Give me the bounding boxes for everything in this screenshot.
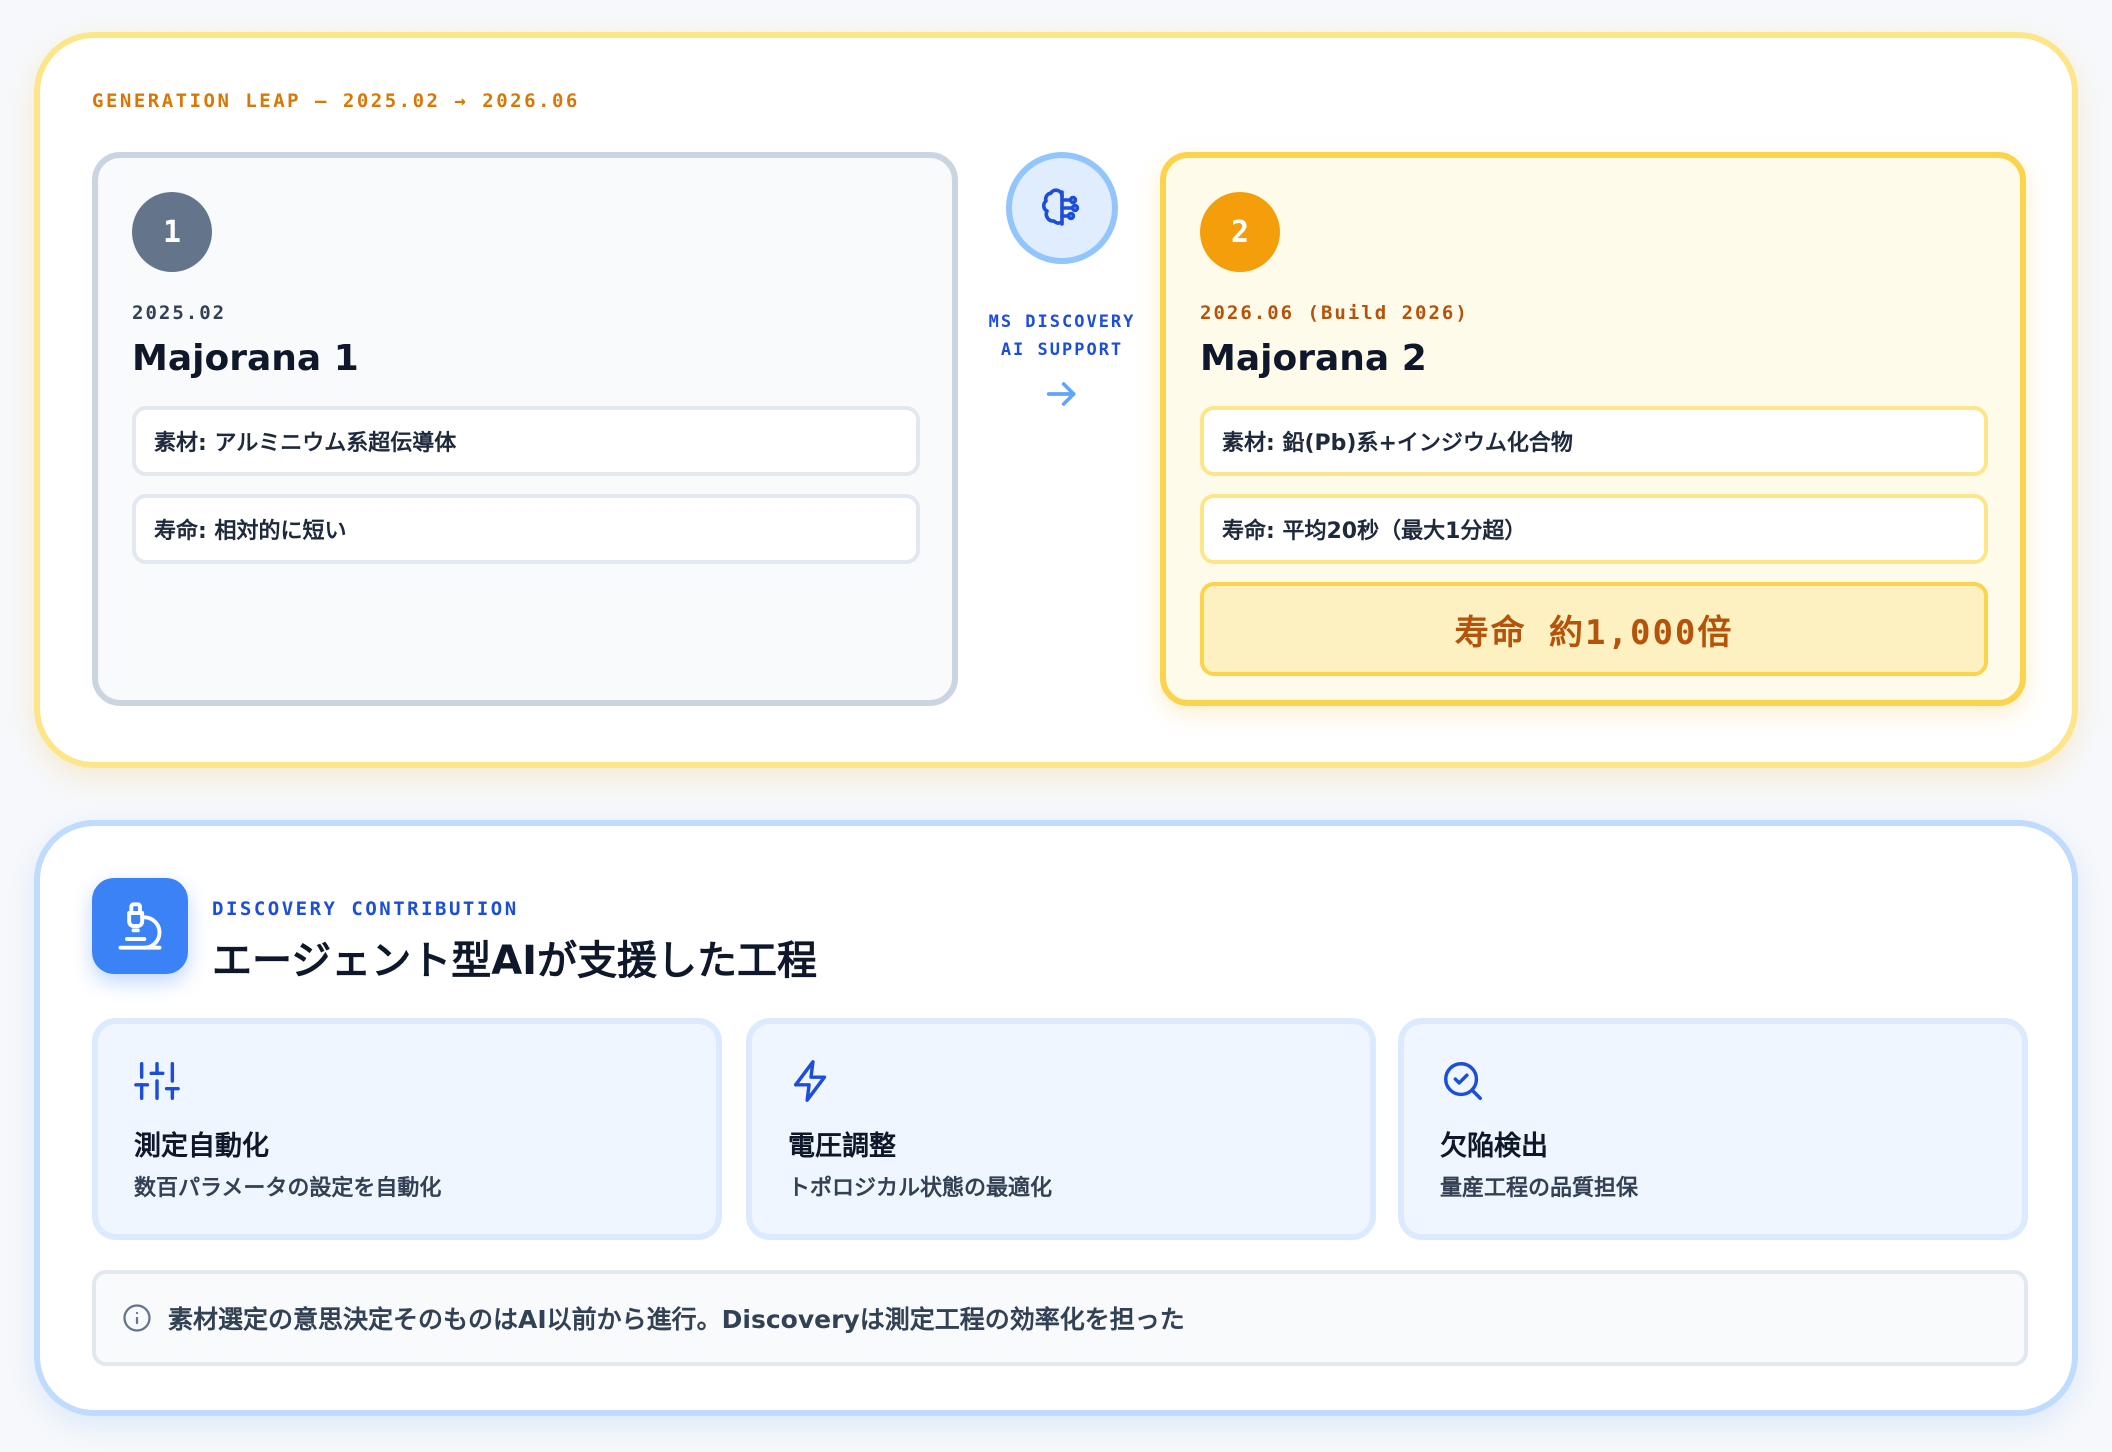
ai-support-label-line1: MS DISCOVERY	[988, 312, 1136, 332]
ai-step-desc: 量産工程の品質担保	[1440, 1176, 1639, 1201]
gen-date-new: 2026.06 (Build 2026)	[1200, 302, 1469, 324]
ai-step-card: 欠陥検出 量産工程の品質担保	[1398, 1018, 2028, 1240]
ai-support-label: MS DISCOVERY AI SUPPORT	[970, 308, 1154, 364]
info-icon	[123, 1304, 151, 1332]
step-badge-1: 1	[132, 192, 212, 272]
discovery-title: エージェント型AIが支援した工程	[212, 938, 818, 984]
majorana-1-card: 1 2025.02 Majorana 1 素材: アルミニウム系超伝導体 寿命:…	[92, 152, 958, 706]
ai-step-title: 電圧調整	[788, 1131, 896, 1162]
spec-material-new: 素材: 鉛(Pb)系+インジウム化合物	[1200, 406, 1988, 476]
spec-material-old: 素材: アルミニウム系超伝導体	[132, 406, 920, 476]
lifetime-highlight: 寿命 約1,000倍	[1200, 582, 1988, 676]
generation-panel: GENERATION LEAP — 2025.02 → 2026.06 1 20…	[34, 32, 2078, 768]
sliders-icon	[134, 1062, 180, 1100]
discovery-panel: DISCOVERY CONTRIBUTION エージェント型AIが支援した工程 …	[34, 820, 2078, 1416]
ai-support-label-line2: AI SUPPORT	[1000, 340, 1124, 360]
lightning-icon	[793, 1060, 827, 1102]
gen-name-old: Majorana 1	[132, 338, 359, 379]
gen-name-new: Majorana 2	[1200, 338, 1427, 379]
step-badge-2: 2	[1200, 192, 1280, 272]
microscope-icon	[118, 902, 162, 950]
ai-step-desc: トポロジカル状態の最適化	[788, 1176, 1053, 1201]
brain-icon	[1041, 188, 1080, 226]
generation-eyebrow: GENERATION LEAP — 2025.02 → 2026.06	[92, 90, 580, 112]
ai-support-connector: MS DISCOVERY AI SUPPORT	[970, 152, 1150, 412]
ai-step-title: 測定自動化	[134, 1131, 269, 1162]
ai-step-card: 測定自動化 数百パラメータの設定を自動化	[92, 1018, 722, 1240]
search-check-icon	[1444, 1062, 1482, 1100]
ai-step-card: 電圧調整 トポロジカル状態の最適化	[746, 1018, 1376, 1240]
ai-step-title: 欠陥検出	[1440, 1131, 1548, 1162]
discovery-icon-tile	[92, 878, 188, 974]
discovery-eyebrow: DISCOVERY CONTRIBUTION	[212, 898, 519, 920]
spec-lifetime-old: 寿命: 相対的に短い	[132, 494, 920, 564]
majorana-2-card: 2 2026.06 (Build 2026) Majorana 2 素材: 鉛(…	[1160, 152, 2026, 706]
arrow-right-icon	[1046, 382, 1076, 406]
note-text: 素材選定の意思決定そのものはAI以前から進行。Discoveryは測定工程の効率…	[168, 1305, 1185, 1334]
ai-step-desc: 数百パラメータの設定を自動化	[134, 1176, 442, 1201]
ai-support-circle	[1006, 152, 1118, 264]
gen-date-old: 2025.02	[132, 302, 227, 324]
note-bar: 素材選定の意思決定そのものはAI以前から進行。Discoveryは測定工程の効率…	[92, 1270, 2028, 1366]
spec-lifetime-new: 寿命: 平均20秒（最大1分超）	[1200, 494, 1988, 564]
